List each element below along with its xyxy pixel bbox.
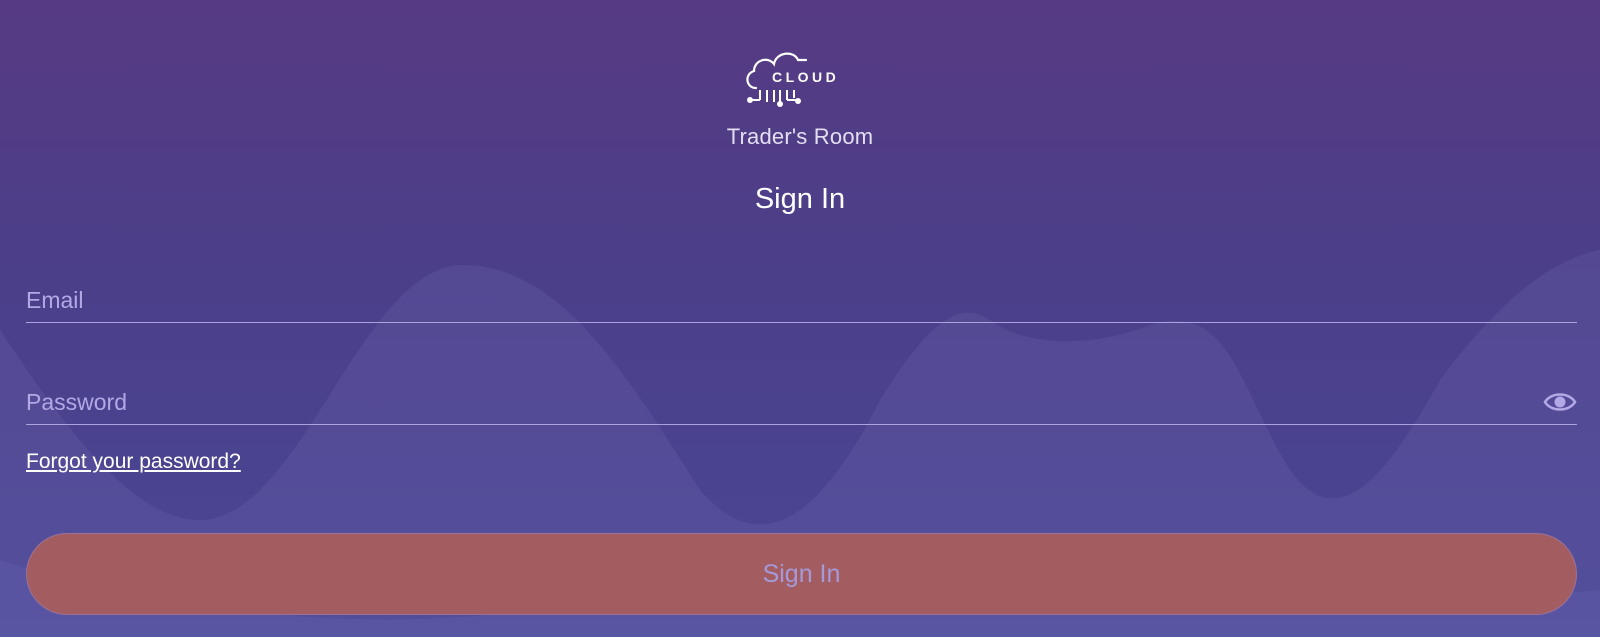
email-field-wrapper <box>26 278 1577 323</box>
sign-in-button[interactable]: Sign In <box>26 533 1577 615</box>
cloud-logo: CLOUD <box>746 52 839 107</box>
email-input[interactable] <box>26 278 1577 322</box>
sign-in-heading: Sign In <box>754 183 846 215</box>
eye-icon[interactable] <box>1543 388 1577 416</box>
password-field-wrapper <box>26 380 1577 425</box>
forgot-password-link[interactable]: Forgot your password? <box>26 450 241 474</box>
app-subtitle: Trader's Room <box>726 124 874 149</box>
login-page: CLOUD Trader's Room Sign In Forgot your … <box>0 0 1600 637</box>
logo-text: CLOUD <box>772 69 839 85</box>
password-input[interactable] <box>26 380 1577 424</box>
